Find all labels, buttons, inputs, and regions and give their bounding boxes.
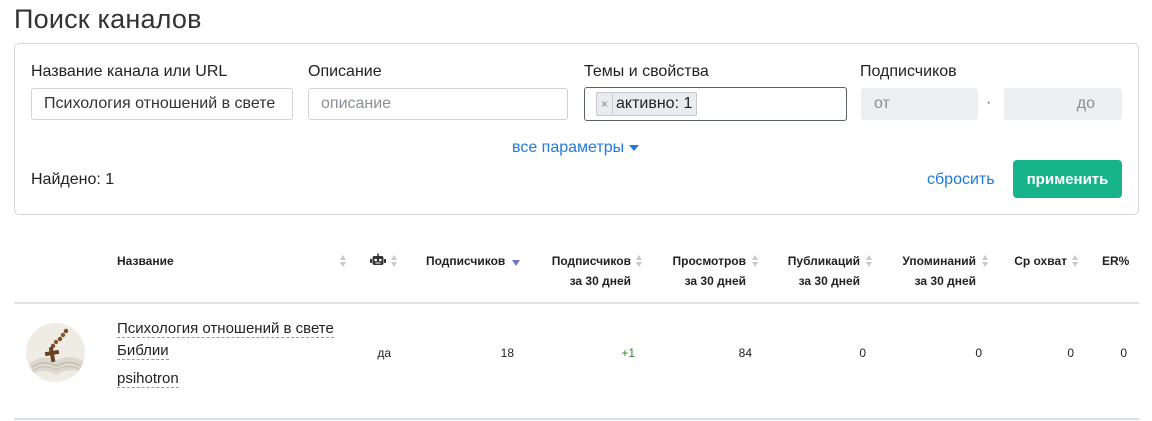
topic-tag-label: активно: 1	[616, 95, 693, 112]
page-title: Поиск каналов	[14, 4, 202, 34]
sort-icon[interactable]	[1072, 254, 1079, 268]
sort-icon[interactable]	[636, 254, 643, 268]
all-params-toggle[interactable]: все параметры	[512, 139, 640, 157]
column-header-views30[interactable]: Просмотров за 30 дней	[646, 251, 746, 291]
channel-avatar-image	[26, 323, 85, 382]
apply-button[interactable]: применить	[1013, 160, 1122, 198]
cell-pubs30: 0	[859, 346, 866, 360]
avatar[interactable]	[26, 323, 85, 382]
reset-link[interactable]: сбросить	[927, 171, 995, 189]
column-header-subs30[interactable]: Подписчиков за 30 дней	[531, 251, 631, 291]
robot-icon[interactable]	[370, 253, 386, 268]
all-params-label: все параметры	[512, 139, 625, 156]
cell-mentions30: 0	[975, 346, 982, 360]
table-row-divider	[14, 418, 1139, 420]
channel-name[interactable]: Психология отношений в свете Библии	[117, 318, 347, 362]
table-header-divider	[14, 302, 1139, 304]
subscribers-to-input[interactable]	[1004, 88, 1122, 120]
channel-handle[interactable]: psihotron	[117, 370, 179, 388]
column-header-reach[interactable]: Ср охват	[990, 251, 1067, 271]
description-input[interactable]	[308, 88, 568, 120]
found-count: Найдено: 1	[31, 171, 115, 188]
subscribers-label: Подписчиков	[860, 63, 957, 80]
caret-down-icon	[629, 145, 640, 151]
column-header-er[interactable]: ER%	[1102, 251, 1129, 271]
tag-remove-icon[interactable]: ×	[597, 93, 613, 115]
sort-icon[interactable]	[982, 254, 989, 268]
cell-bot: да	[377, 346, 391, 360]
filter-panel: Название канала или URL Описание Темы и …	[14, 43, 1139, 215]
description-label: Описание	[308, 63, 382, 80]
cell-er: 0	[1120, 346, 1127, 360]
range-separator: ·	[986, 94, 992, 111]
column-header-name[interactable]: Название	[117, 251, 174, 271]
topics-select[interactable]: × активно: 1	[584, 87, 847, 121]
topics-label: Темы и свойства	[584, 63, 709, 80]
channel-name-label: Название канала или URL	[31, 63, 228, 80]
sort-icon[interactable]	[391, 254, 398, 268]
topic-tag: × активно: 1	[596, 92, 698, 116]
channel-name-line2[interactable]: Библии	[117, 342, 169, 360]
column-header-subscribers[interactable]: Подписчиков	[426, 251, 505, 271]
subscribers-from-input[interactable]	[861, 88, 978, 120]
sort-icon[interactable]	[340, 254, 347, 268]
cell-subs30: +1	[621, 346, 635, 360]
cell-subscribers: 18	[500, 346, 514, 360]
column-header-mentions30[interactable]: Упоминаний за 30 дней	[876, 251, 976, 291]
sort-desc-icon[interactable]	[512, 260, 520, 266]
cell-views30: 84	[738, 346, 752, 360]
sort-icon[interactable]	[866, 254, 873, 268]
sort-icon[interactable]	[752, 254, 759, 268]
channel-name-input[interactable]	[31, 88, 293, 120]
channel-name-line1[interactable]: Психология отношений в свете	[117, 320, 334, 338]
column-header-pubs30[interactable]: Публикаций за 30 дней	[760, 251, 860, 291]
cell-reach: 0	[1067, 346, 1074, 360]
